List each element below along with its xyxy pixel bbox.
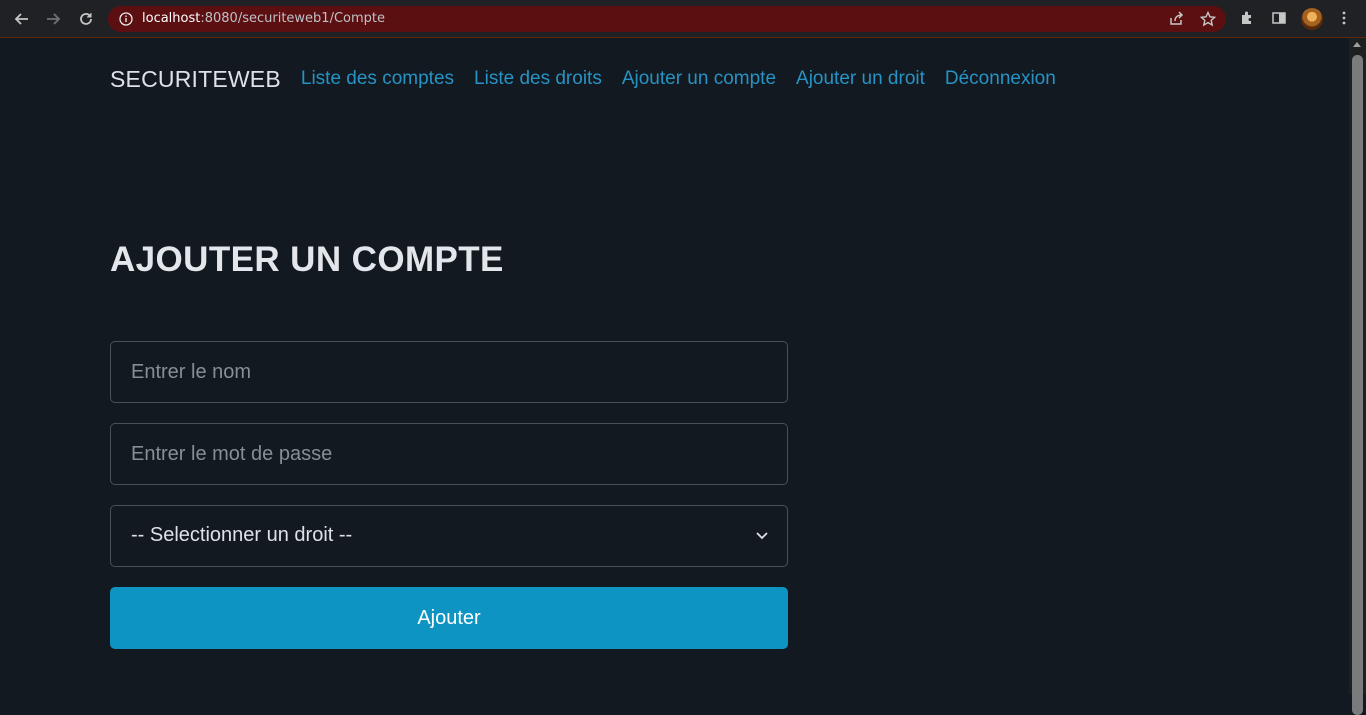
scroll-up-arrow[interactable] — [1353, 42, 1361, 47]
reload-icon — [80, 13, 92, 25]
arrow-right-icon — [47, 13, 61, 25]
droit-select-value: -- Selectionner un droit -- — [131, 524, 353, 546]
scrollbar-thumb[interactable] — [1352, 55, 1363, 715]
page-scrollbar[interactable] — [1349, 38, 1366, 715]
forward-button[interactable] — [42, 8, 64, 30]
nav-link-ajouter-compte[interactable]: Ajouter un compte — [622, 68, 776, 90]
url-text[interactable]: localhost:8080/securiteweb1/Compte — [142, 11, 385, 26]
kebab-menu-icon[interactable] — [1336, 10, 1352, 26]
ajouter-button[interactable]: Ajouter — [110, 587, 788, 649]
info-icon[interactable] — [119, 12, 133, 26]
brand-logo[interactable]: SECURITEWEB — [110, 66, 281, 93]
side-panel-icon[interactable] — [1271, 10, 1287, 26]
password-field[interactable] — [110, 423, 788, 485]
main-navbar: SECURITEWEB Liste des comptes Liste des … — [110, 64, 1076, 94]
droit-select[interactable]: -- Selectionner un droit -- — [110, 505, 788, 567]
nav-link-liste-comptes[interactable]: Liste des comptes — [301, 68, 454, 90]
chevron-down-icon — [756, 532, 768, 540]
browser-toolbar: localhost:8080/securiteweb1/Compte — [0, 0, 1366, 38]
password-input[interactable] — [111, 424, 787, 484]
profile-avatar[interactable] — [1301, 8, 1323, 30]
name-input[interactable] — [111, 342, 787, 402]
share-icon[interactable] — [1168, 11, 1184, 27]
extensions-icon[interactable] — [1239, 10, 1255, 26]
arrow-left-icon — [14, 13, 28, 25]
name-field[interactable] — [110, 341, 788, 403]
reload-button[interactable] — [75, 8, 97, 30]
back-button[interactable] — [11, 8, 33, 30]
nav-link-deconnexion[interactable]: Déconnexion — [945, 68, 1056, 90]
url-path: :8080/securiteweb1/Compte — [200, 11, 385, 26]
address-bar[interactable]: localhost:8080/securiteweb1/Compte — [108, 6, 1226, 32]
nav-link-liste-droits[interactable]: Liste des droits — [474, 68, 602, 90]
url-host: localhost — [142, 11, 201, 26]
nav-link-ajouter-droit[interactable]: Ajouter un droit — [796, 68, 925, 90]
page-title: AJOUTER UN COMPTE — [110, 240, 504, 279]
star-icon[interactable] — [1200, 11, 1216, 27]
